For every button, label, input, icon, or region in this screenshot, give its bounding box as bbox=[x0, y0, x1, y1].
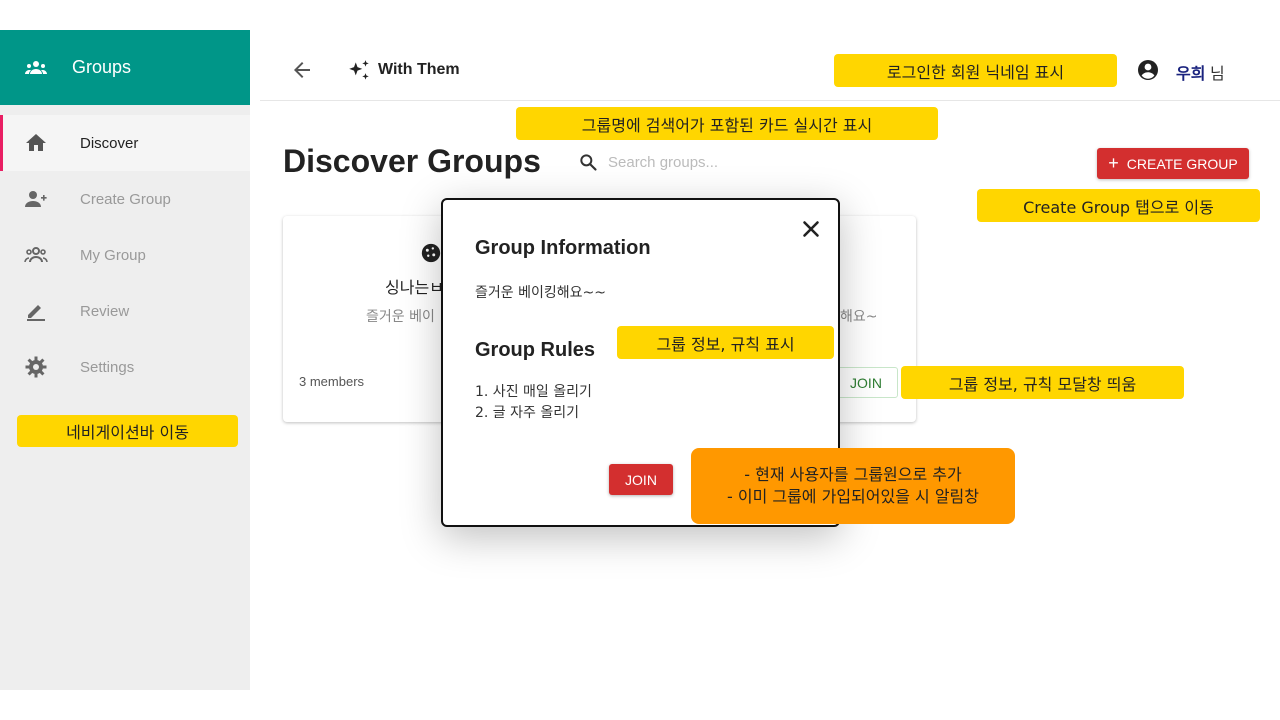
annotation-join-line: - 이미 그룹에 가입되어있을 시 알림창 bbox=[726, 487, 979, 506]
topbar-divider bbox=[260, 100, 1280, 101]
sidebar: Groups Discover Create Group My Group Re… bbox=[0, 30, 250, 690]
card-join-button[interactable]: JOIN bbox=[834, 367, 898, 398]
sparkle-icon bbox=[349, 60, 369, 80]
modal-join-button[interactable]: JOIN bbox=[609, 464, 673, 495]
annotation-create-tab: Create Group 탭으로 이동 bbox=[977, 189, 1260, 222]
card-title: 싱나는ㅂ bbox=[385, 278, 444, 297]
sidebar-item-label: My Group bbox=[80, 246, 146, 264]
create-group-button[interactable]: + CREATE GROUP bbox=[1097, 148, 1249, 179]
user-name: 우희 bbox=[1176, 64, 1206, 83]
sidebar-item-label: Create Group bbox=[80, 190, 171, 208]
sidebar-item-label: Settings bbox=[80, 358, 135, 376]
create-group-label: CREATE GROUP bbox=[1126, 155, 1238, 172]
page-title: Discover Groups bbox=[283, 143, 541, 179]
search-icon bbox=[580, 154, 597, 171]
annotation-search: 그룹명에 검색어가 포함된 카드 실시간 표시 bbox=[516, 107, 938, 140]
sidebar-item-create-group[interactable]: Create Group bbox=[0, 171, 250, 227]
annotation-modal-open: 그룹 정보, 규칙 모달창 띄움 bbox=[901, 366, 1184, 399]
card-member-count: 3 members bbox=[299, 374, 365, 389]
annotation-nickname: 로그인한 회원 닉네임 표시 bbox=[834, 54, 1117, 87]
rule-item: 1. 사진 매일 올리기 bbox=[475, 384, 592, 400]
sidebar-title: Groups bbox=[72, 57, 132, 77]
person-add-icon bbox=[25, 191, 47, 207]
sidebar-item-discover[interactable]: Discover bbox=[0, 115, 250, 171]
sidebar-item-label: Review bbox=[80, 302, 130, 320]
close-icon[interactable] bbox=[798, 216, 824, 242]
search-input[interactable] bbox=[608, 150, 808, 174]
sidebar-item-my-group[interactable]: My Group bbox=[0, 227, 250, 283]
modal-info-description: 즐거운 베이킹해요~~ bbox=[475, 285, 606, 301]
annotation-info-rules: 그룹 정보, 규칙 표시 bbox=[617, 326, 834, 359]
annotation-navbar: 네비게이션바 이동 bbox=[17, 415, 238, 447]
back-arrow-icon[interactable] bbox=[290, 58, 314, 82]
cookie-icon bbox=[421, 243, 441, 263]
sidebar-item-settings[interactable]: Settings bbox=[0, 339, 250, 395]
groups-icon bbox=[25, 60, 47, 74]
plus-icon: + bbox=[1108, 153, 1119, 173]
rule-item: 2. 글 자주 올리기 bbox=[475, 405, 579, 421]
card-description: 즐거운 베이 bbox=[366, 309, 435, 325]
edit-icon bbox=[27, 305, 45, 321]
card-description: 해요~ bbox=[840, 309, 878, 325]
account-circle-icon[interactable] bbox=[1136, 58, 1160, 82]
sidebar-header: Groups bbox=[0, 30, 250, 105]
gear-icon bbox=[25, 356, 47, 378]
modal-rules-title: Group Rules bbox=[475, 339, 596, 361]
sidebar-item-label: Discover bbox=[80, 134, 139, 152]
annotation-join-line: - 현재 사용자를 그룹원으로 추가 bbox=[744, 465, 962, 484]
sidebar-item-review[interactable]: Review bbox=[0, 283, 250, 339]
modal-rules-list: 1. 사진 매일 올리기 2. 글 자주 올리기 bbox=[475, 382, 592, 424]
home-icon bbox=[26, 134, 46, 151]
annotation-join: - 현재 사용자를 그룹원으로 추가 - 이미 그룹에 가입되어있을 시 알림창 bbox=[691, 448, 1015, 524]
group-icon bbox=[24, 247, 48, 263]
modal-info-title: Group Information bbox=[475, 237, 651, 259]
brand-name[interactable]: With Them bbox=[378, 61, 460, 79]
user-suffix: 님 bbox=[1210, 64, 1225, 83]
